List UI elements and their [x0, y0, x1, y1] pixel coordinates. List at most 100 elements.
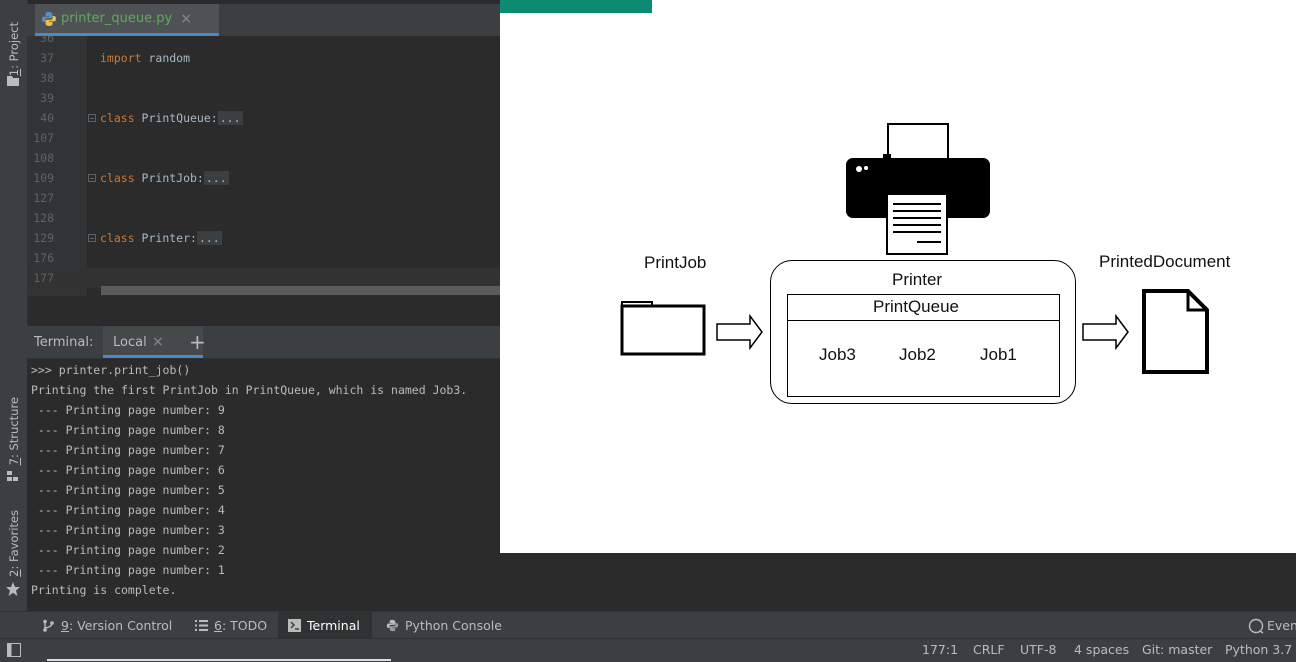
terminal-tab-local[interactable]: Local × [103, 326, 203, 358]
terminal-line: Printing the first PrintJob in PrintQueu… [31, 383, 468, 397]
new-terminal-tab-button[interactable]: + [189, 330, 206, 354]
python-console-tool-button[interactable]: Python Console [378, 612, 510, 639]
terminal-header: Terminal: Local × + [27, 326, 500, 359]
job-item: Job1 [980, 345, 1017, 364]
code-line[interactable]: 128 [27, 208, 500, 228]
terminal-output[interactable]: >>> printer.print_job() Printing the firs… [27, 359, 500, 611]
status-bar: 177:1 CRLF UTF-8 4 spaces Git: master Py… [0, 638, 1296, 662]
code-text: class PrintJob:... [100, 168, 229, 188]
arrow-right-icon [1082, 314, 1129, 350]
favorites-tab-label: : Favorites [6, 509, 21, 570]
printjob-label: PrintJob [644, 253, 707, 272]
fold-toggle-icon[interactable] [88, 114, 96, 122]
list-icon [195, 620, 208, 631]
line-number: 108 [33, 151, 54, 165]
project-tab-label: : Project [6, 21, 21, 69]
code-line[interactable]: 38 [27, 68, 500, 88]
line-separator[interactable]: CRLF [973, 642, 1005, 657]
terminal-background [500, 553, 1296, 611]
identifier-token: PrintQueue: [134, 111, 218, 125]
favorites-tool-tab[interactable]: 2: Favorites [0, 508, 27, 578]
todo-tool-button[interactable]: 6: TODO [187, 612, 275, 639]
code-line[interactable]: 127 [27, 188, 500, 208]
code-line[interactable]: 109 class PrintJob:... [27, 168, 500, 188]
line-number: 109 [33, 171, 54, 185]
structure-tab-label: : Structure [6, 396, 21, 458]
terminal-tool-button[interactable]: Terminal [278, 612, 372, 639]
python-console-label: Python Console [405, 618, 502, 633]
branch-icon [43, 619, 54, 632]
line-number: 176 [33, 251, 54, 265]
terminal-line: --- Printing page number: 7 [31, 443, 225, 457]
close-terminal-tab-icon[interactable]: × [152, 334, 164, 350]
job-item: Job2 [899, 345, 936, 364]
code-line[interactable]: 108 [27, 148, 500, 168]
identifier-token: PrintJob: [134, 171, 204, 185]
terminal-line: Printing is complete. [31, 583, 177, 597]
caret-position[interactable]: 177:1 [922, 642, 958, 657]
indent-setting[interactable]: 4 spaces [1074, 642, 1129, 657]
python-icon [386, 619, 399, 632]
favorites-tab-mnemonic: 2 [6, 569, 21, 577]
line-number: 37 [40, 51, 54, 65]
code-text: class Printer:... [100, 228, 222, 248]
structure-tab-mnemonic: 7 [6, 457, 21, 466]
todo-mnemonic: 6 [214, 618, 222, 633]
fold-toggle-icon[interactable] [88, 174, 96, 182]
terminal-line: --- Printing page number: 8 [31, 423, 225, 437]
python-interpreter[interactable]: Python 3.7 [1225, 642, 1292, 657]
file-tab-printer-queue[interactable]: printer_queue.py × [35, 4, 219, 36]
code-editor[interactable]: 36 37 import random 38 39 40 class PrintQueue:… [27, 36, 500, 296]
editor-tab-bar: printer_queue.py × [27, 4, 500, 36]
printed-document-label: PrintedDocument [1099, 252, 1231, 271]
code-line[interactable]: 37 import random [27, 48, 500, 68]
line-number: 107 [33, 131, 54, 145]
git-branch[interactable]: Git: master [1142, 642, 1212, 657]
file-encoding[interactable]: UTF-8 [1020, 642, 1056, 657]
document-icon [1142, 289, 1209, 374]
terminal-title: Terminal: [34, 335, 94, 350]
line-number: 177 [33, 271, 54, 285]
close-tab-icon[interactable]: × [180, 11, 192, 27]
code-line[interactable]: 40 class PrintQueue:... [27, 108, 500, 128]
keyword-token: class [100, 111, 135, 125]
folded-region-placeholder[interactable]: ... [217, 111, 243, 125]
terminal-line: >>> printer.print_job() [31, 363, 191, 377]
code-line[interactable]: 177 [27, 268, 500, 288]
structure-tool-tab[interactable]: 7: Structure [0, 396, 27, 466]
terminal-line: --- Printing page number: 1 [31, 563, 225, 577]
code-line[interactable]: 39 [27, 88, 500, 108]
line-number: 127 [33, 191, 54, 205]
line-number: 128 [33, 211, 54, 225]
editor-horizontal-scrollbar[interactable] [101, 286, 500, 295]
code-line[interactable]: 129 class Printer:... [27, 228, 500, 248]
version-control-tool-button[interactable]: 9: Version Control [34, 612, 180, 639]
folder-icon [7, 76, 19, 86]
event-log-tool-button[interactable]: Even [1248, 612, 1296, 639]
fold-toggle-icon[interactable] [88, 234, 96, 242]
print-queue-label: PrintQueue [873, 297, 959, 316]
code-line[interactable]: 36 [27, 36, 500, 48]
structure-icon [7, 471, 18, 481]
line-number: 40 [40, 111, 54, 125]
terminal-line: --- Printing page number: 6 [31, 463, 225, 477]
terminal-line: --- Printing page number: 2 [31, 543, 225, 557]
identifier-token: random [141, 51, 191, 65]
keyword-token: import [100, 51, 142, 65]
folded-region-placeholder[interactable]: ... [203, 171, 229, 185]
identifier-token: Printer: [134, 231, 197, 245]
folded-region-placeholder[interactable]: ... [196, 231, 222, 245]
code-text: class PrintQueue:... [100, 108, 243, 128]
accent-bar [500, 0, 652, 13]
terminal-line: --- Printing page number: 9 [31, 403, 225, 417]
keyword-token: class [100, 231, 135, 245]
code-line[interactable]: 176 [27, 248, 500, 268]
tool-windows-toggle-icon[interactable] [7, 643, 21, 657]
terminal-line: --- Printing page number: 3 [31, 523, 225, 537]
code-line[interactable]: 107 [27, 128, 500, 148]
terminal-line: --- Printing page number: 5 [31, 483, 225, 497]
job-item: Job3 [819, 345, 856, 364]
left-tool-strip: 1: Project 7: Structure 2: Favorites [0, 0, 28, 638]
vcs-label: : Version Control [68, 618, 173, 633]
printer-label: Printer [892, 270, 943, 289]
